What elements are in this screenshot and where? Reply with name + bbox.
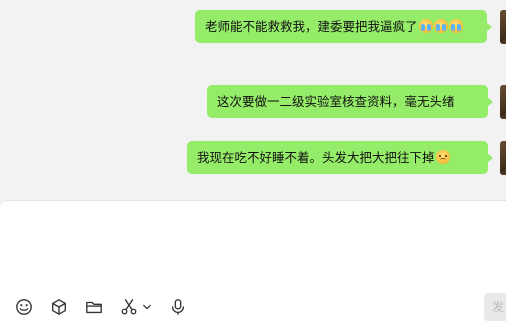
box-icon[interactable]: [47, 295, 71, 319]
message-input[interactable]: [12, 211, 482, 287]
crying-face-icon: [433, 19, 448, 33]
message-text: 我现在吃不好睡不着。头发大把大把往下掉: [197, 150, 435, 165]
emoji-icon[interactable]: [12, 295, 36, 319]
message-bubble[interactable]: 这次要做一二级实验室核查资料，毫无头绪: [207, 85, 493, 118]
message-list: 老师能不能救救我，建委要把我逼疯了 这次要做一二级实验室核查资料，毫无头绪 我现…: [0, 0, 506, 200]
folder-icon[interactable]: [82, 295, 106, 319]
avatar[interactable]: [500, 85, 506, 119]
disappointed-face-icon: [435, 150, 450, 164]
message-text: 老师能不能救救我，建委要把我逼疯了: [205, 19, 418, 34]
input-toolbar: [12, 295, 201, 319]
avatar[interactable]: [500, 10, 506, 44]
avatar[interactable]: [500, 141, 506, 175]
scissors-icon[interactable]: [117, 295, 141, 319]
send-button[interactable]: 发: [484, 293, 506, 321]
message-bubble[interactable]: 我现在吃不好睡不着。头发大把大把往下掉: [187, 141, 493, 174]
crying-face-icon: [418, 19, 433, 33]
message-text: 这次要做一二级实验室核查资料，毫无头绪: [217, 94, 455, 109]
crying-face-icon: [448, 19, 463, 33]
message-bubble[interactable]: 老师能不能救救我，建委要把我逼疯了: [195, 10, 492, 43]
chevron-down-icon[interactable]: [142, 295, 152, 319]
microphone-icon[interactable]: [166, 295, 190, 319]
message-input-area[interactable]: 发: [0, 200, 506, 330]
